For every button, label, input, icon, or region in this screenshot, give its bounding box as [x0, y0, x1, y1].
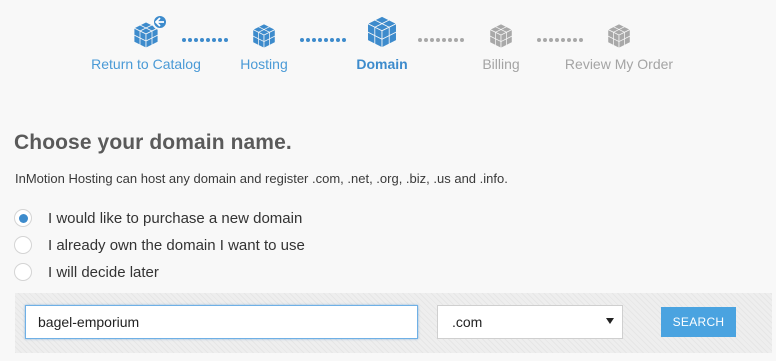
radio-button[interactable]	[14, 263, 32, 281]
step-label: Review My Order	[564, 56, 674, 72]
radio-label: I will decide later	[48, 263, 159, 281]
option-purchase-new-domain[interactable]: I would like to purchase a new domain	[14, 209, 302, 227]
caret-down-icon	[606, 318, 614, 324]
option-own-domain[interactable]: I already own the domain I want to use	[14, 236, 305, 254]
page-title: Choose your domain name.	[14, 131, 292, 154]
option-decide-later[interactable]: I will decide later	[14, 263, 159, 281]
domain-input[interactable]	[25, 305, 418, 339]
page-subtitle: InMotion Hosting can host any domain and…	[15, 171, 508, 186]
checkout-stepper: Return to Catalog Hosting Domain Billing…	[0, 0, 776, 100]
radio-label: I already own the domain I want to use	[48, 236, 305, 254]
cube-icon	[362, 14, 402, 50]
cube-icon	[603, 18, 635, 50]
tld-select[interactable]: .com	[437, 305, 623, 339]
back-arrow-icon	[152, 14, 168, 30]
cube-back-icon	[130, 14, 168, 50]
domain-search-bar: .com SEARCH	[15, 293, 772, 353]
cube-icon	[248, 18, 280, 50]
tld-selected-value: .com	[452, 314, 483, 330]
radio-button[interactable]	[14, 236, 32, 254]
step-review-my-order[interactable]: Review My Order	[549, 18, 689, 72]
radio-label: I would like to purchase a new domain	[48, 209, 303, 227]
cube-icon	[485, 18, 517, 50]
search-button[interactable]: SEARCH	[661, 307, 736, 337]
radio-button[interactable]	[14, 209, 32, 227]
